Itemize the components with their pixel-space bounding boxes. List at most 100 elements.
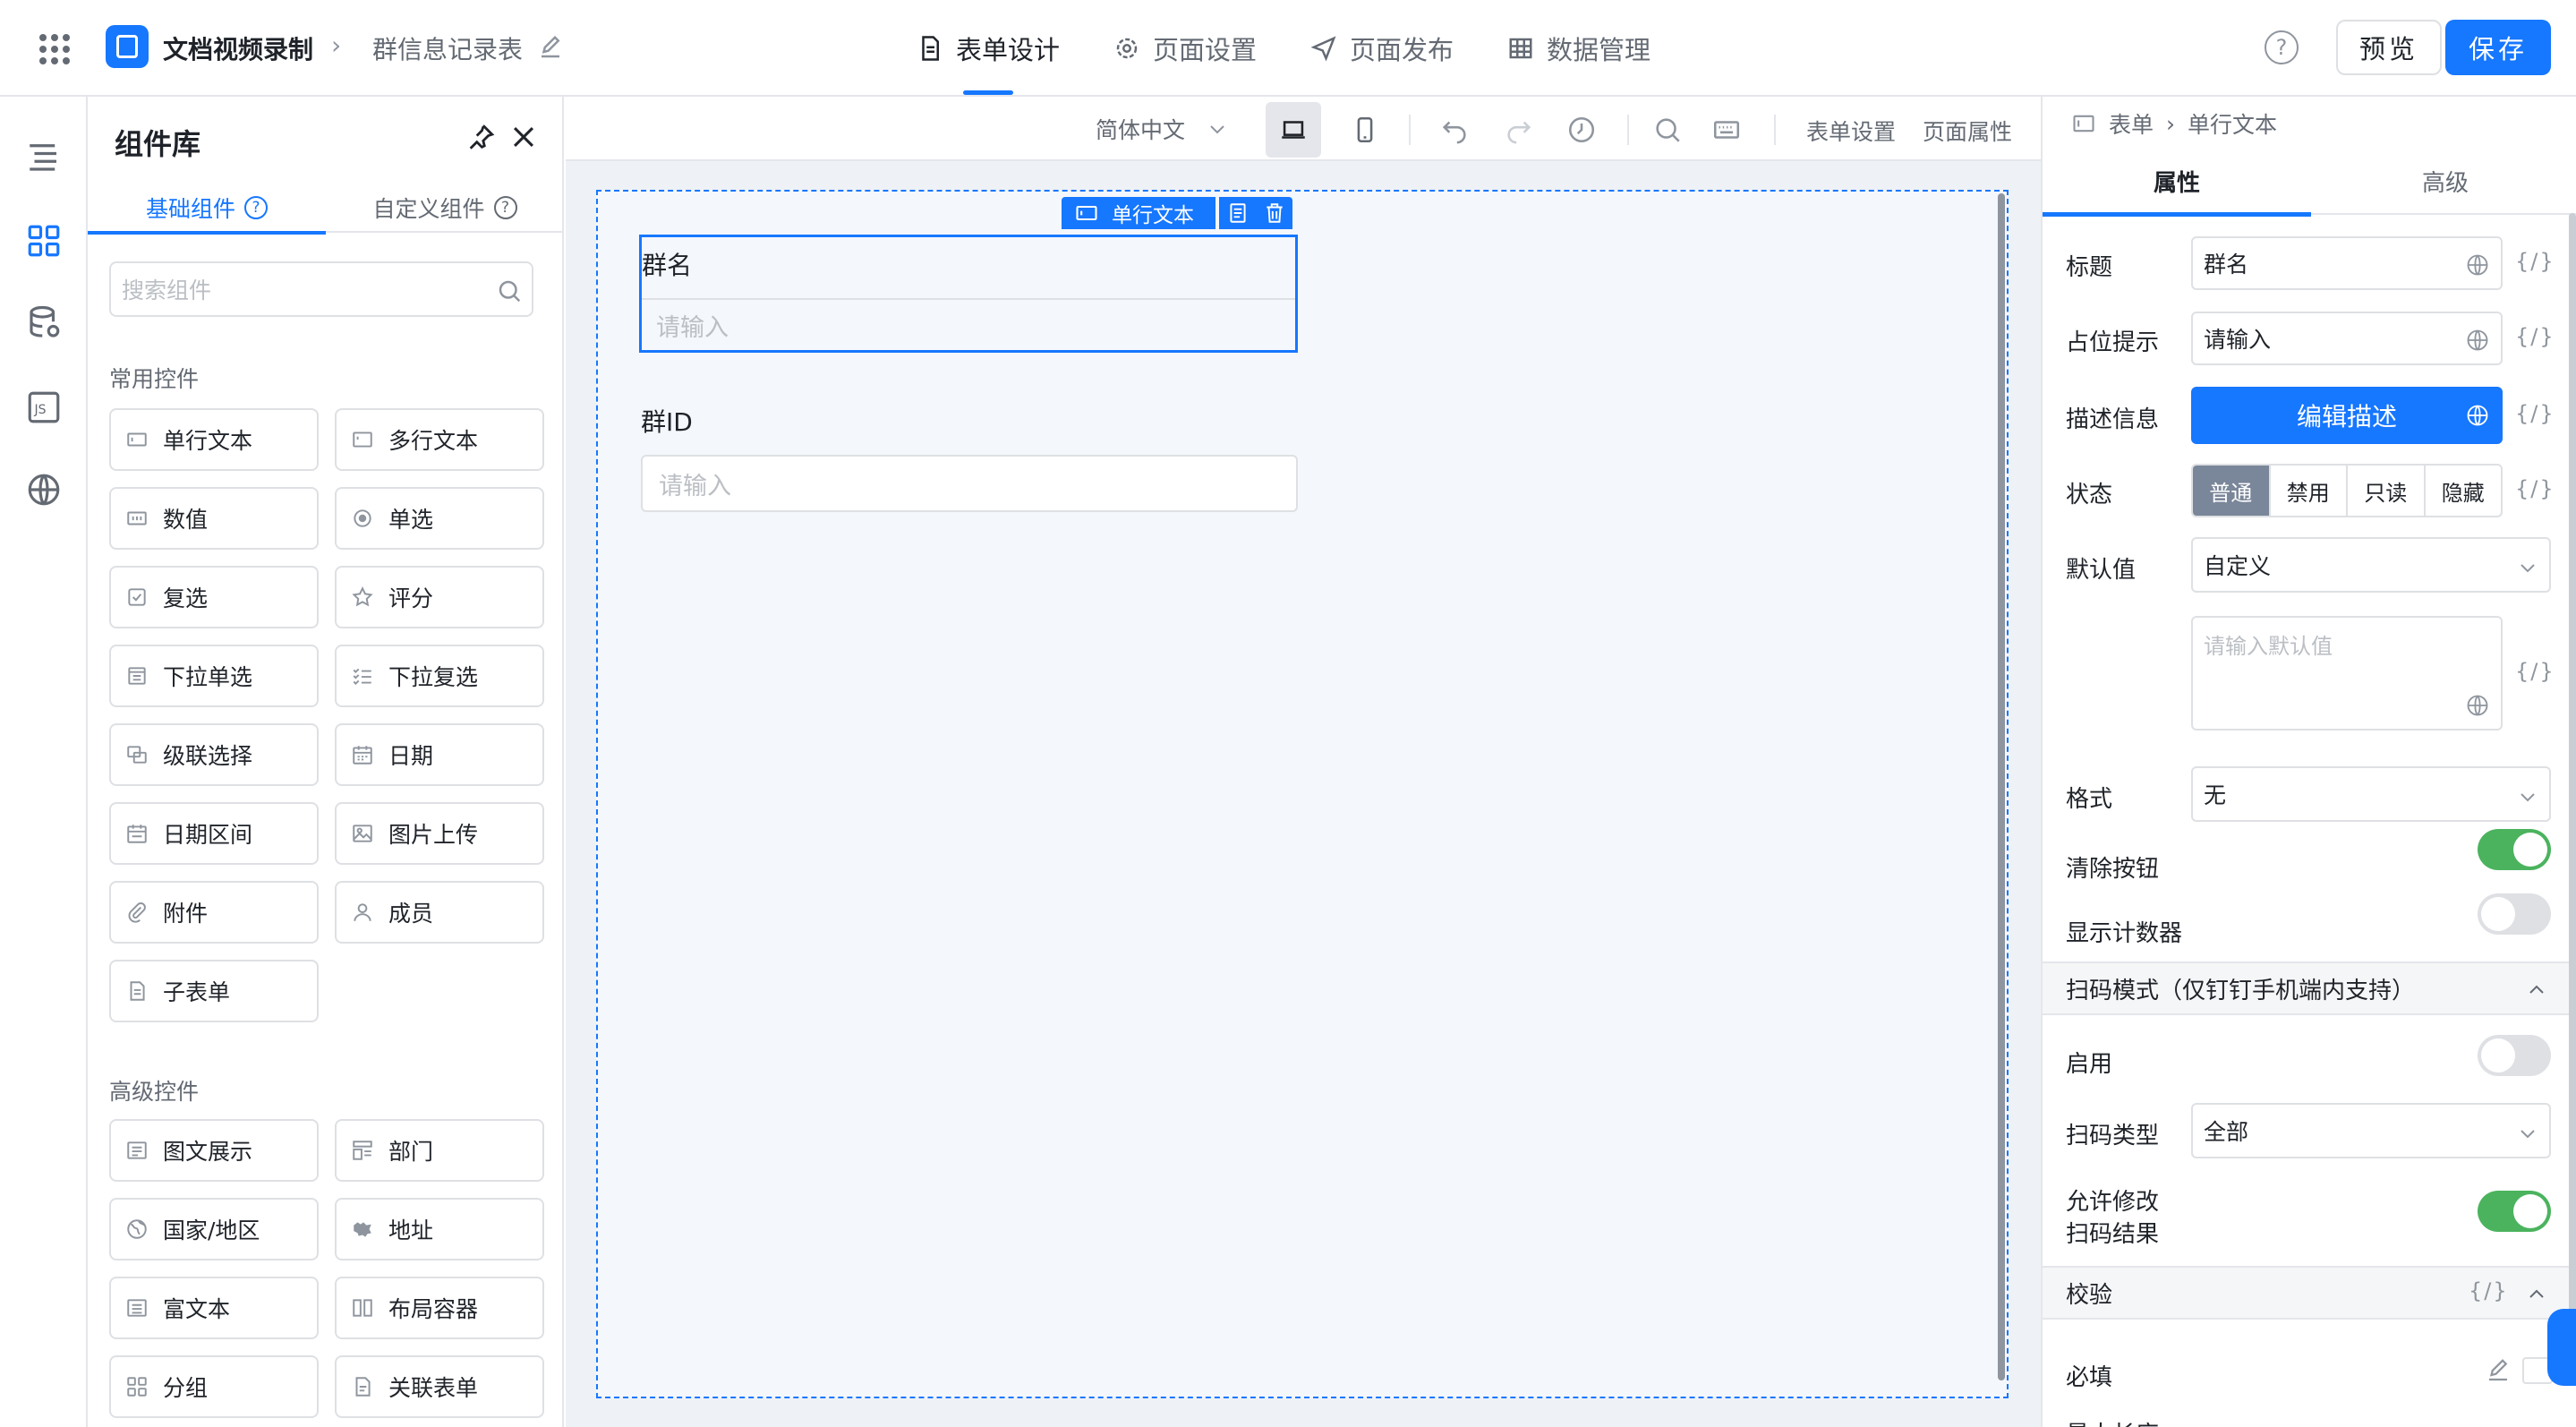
properties-scrollbar[interactable] <box>2569 213 2576 1377</box>
field-input-preview[interactable]: 请输入 <box>642 298 1295 350</box>
state-normal[interactable]: 普通 <box>2193 466 2271 516</box>
component-number[interactable]: 数值 <box>109 487 319 550</box>
default-value-textarea[interactable]: 请输入默认值 <box>2191 616 2503 731</box>
globe-icon[interactable] <box>2465 403 2490 428</box>
preview-button[interactable]: 预览 <box>2336 20 2442 75</box>
component-attachment[interactable]: 附件 <box>109 881 319 944</box>
app-name[interactable]: 文档视频录制 <box>163 30 313 66</box>
validation-section[interactable]: 校验 {/} <box>2043 1266 2576 1320</box>
globe-icon[interactable] <box>2465 252 2490 278</box>
scan-enable-toggle[interactable] <box>2478 1035 2551 1076</box>
javascript-icon[interactable]: JS <box>25 389 63 426</box>
tab-advanced[interactable]: 高级 <box>2311 147 2576 215</box>
undo-button[interactable] <box>1427 102 1482 158</box>
delete-icon[interactable] <box>1263 201 1286 225</box>
globe-icon[interactable] <box>2465 693 2490 718</box>
component-radio[interactable]: 单选 <box>335 487 544 550</box>
form-settings-button[interactable]: 表单设置 <box>1806 115 1896 147</box>
component-richtext-display[interactable]: 图文展示 <box>109 1119 319 1182</box>
edit-icon[interactable] <box>2485 1357 2512 1384</box>
formula-icon[interactable]: {/} <box>2515 249 2555 274</box>
globe-icon[interactable] <box>25 471 63 508</box>
component-checkbox[interactable]: 复选 <box>109 566 319 628</box>
component-single-line-text[interactable]: 单行文本 <box>109 408 319 471</box>
search-icon <box>1656 118 1680 142</box>
component-linked-form[interactable]: 关联表单 <box>335 1355 544 1418</box>
formula-icon[interactable]: {/} <box>2515 659 2555 684</box>
component-rating[interactable]: 评分 <box>335 566 544 628</box>
component-subform[interactable]: 子表单 <box>109 960 319 1022</box>
formula-icon[interactable]: {/} <box>2515 324 2555 349</box>
language-select[interactable]: 简体中文 <box>1096 113 1228 145</box>
close-icon[interactable] <box>508 122 539 152</box>
search-button[interactable] <box>1640 102 1695 158</box>
common-controls-grid: 单行文本 多行文本 数值 单选 复选 评分 下拉单选 下拉复选 级联选择 日期 … <box>109 408 544 1022</box>
history-button[interactable] <box>1554 102 1609 158</box>
database-icon[interactable] <box>25 304 63 342</box>
outline-icon[interactable] <box>25 138 63 175</box>
mobile-view-button[interactable] <box>1337 102 1393 158</box>
tab-page-settings[interactable]: 页面设置 <box>1113 0 1257 97</box>
tab-data-management[interactable]: 数据管理 <box>1507 0 1651 97</box>
allow-edit-toggle[interactable] <box>2478 1191 2551 1232</box>
component-country-region[interactable]: 国家/地区 <box>109 1198 319 1260</box>
component-address[interactable]: 地址 <box>335 1198 544 1260</box>
canvas-scrollbar[interactable] <box>1998 193 2005 1380</box>
edit-icon[interactable] <box>537 34 564 61</box>
component-cascade[interactable]: 级联选择 <box>109 723 319 786</box>
scan-mode-section[interactable]: 扫码模式（仅钉钉手机端内支持） <box>2043 961 2576 1015</box>
app-grid-icon[interactable] <box>39 34 70 64</box>
component-dropdown-single[interactable]: 下拉单选 <box>109 645 319 707</box>
component-image-upload[interactable]: 图片上传 <box>335 802 544 865</box>
component-richtext[interactable]: 富文本 <box>109 1277 319 1339</box>
edit-description-button[interactable]: 编辑描述 <box>2191 387 2503 444</box>
question-icon[interactable]: ? <box>493 196 517 219</box>
pin-icon[interactable] <box>465 122 496 152</box>
globe-icon[interactable] <box>2465 328 2490 353</box>
formula-icon[interactable]: {/} <box>2515 401 2555 426</box>
subform-icon <box>130 981 145 1001</box>
tab-page-publish[interactable]: 页面发布 <box>1310 0 1454 97</box>
component-group[interactable]: 分组 <box>109 1355 319 1418</box>
tab-custom-components[interactable]: 自定义组件 ? <box>326 183 564 233</box>
field-type-tag[interactable]: 单行文本 <box>1062 197 1215 229</box>
placeholder-input[interactable]: 请输入 <box>2191 312 2503 365</box>
breadcrumb-root[interactable]: 表单 <box>2109 107 2154 140</box>
component-layout-container[interactable]: 布局容器 <box>335 1277 544 1339</box>
component-multi-line-text[interactable]: 多行文本 <box>335 408 544 471</box>
page-properties-button[interactable]: 页面属性 <box>1923 115 2012 147</box>
tab-attributes[interactable]: 属性 <box>2043 147 2311 217</box>
desktop-view-button[interactable] <box>1266 102 1321 158</box>
help-icon[interactable]: ? <box>2265 30 2299 64</box>
field-group-id-input[interactable]: 请输入 <box>641 455 1298 512</box>
placeholder-label: 占位提示 <box>2066 329 2160 356</box>
state-readonly[interactable]: 只读 <box>2348 466 2426 516</box>
form-canvas[interactable]: 单行文本 群名 请输入 群ID 请输入 <box>596 190 2009 1398</box>
keyboard-shortcuts-button[interactable] <box>1699 102 1754 158</box>
question-icon[interactable]: ? <box>244 196 268 219</box>
component-search-input[interactable]: 搜索组件 <box>109 261 533 317</box>
tab-form-design[interactable]: 表单设计 <box>917 0 1060 97</box>
copy-icon[interactable] <box>1226 201 1250 225</box>
formula-icon[interactable]: {/} <box>2515 476 2555 501</box>
title-input[interactable]: 群名 <box>2191 236 2503 290</box>
component-date[interactable]: 日期 <box>335 723 544 786</box>
redo-button[interactable] <box>1491 102 1547 158</box>
component-department[interactable]: 部门 <box>335 1119 544 1182</box>
scan-type-select[interactable]: 全部 <box>2191 1103 2551 1158</box>
show-counter-toggle[interactable] <box>2478 893 2551 935</box>
component-member[interactable]: 成员 <box>335 881 544 944</box>
tab-basic-components[interactable]: 基础组件 ? <box>88 183 326 235</box>
field-group-name[interactable]: 群名 请输入 <box>639 235 1298 353</box>
default-mode-select[interactable]: 自定义 <box>2191 537 2551 593</box>
format-select[interactable]: 无 <box>2191 766 2551 822</box>
save-button[interactable]: 保存 <box>2445 20 2551 75</box>
state-disabled[interactable]: 禁用 <box>2271 466 2348 516</box>
component-date-range[interactable]: 日期区间 <box>109 802 319 865</box>
formula-icon[interactable]: {/} <box>2469 1278 2509 1303</box>
components-icon[interactable] <box>25 222 63 260</box>
clear-button-toggle[interactable] <box>2478 829 2551 870</box>
state-hidden[interactable]: 隐藏 <box>2426 466 2502 516</box>
component-dropdown-multi[interactable]: 下拉复选 <box>335 645 544 707</box>
floating-help-button[interactable] <box>2547 1309 2576 1386</box>
